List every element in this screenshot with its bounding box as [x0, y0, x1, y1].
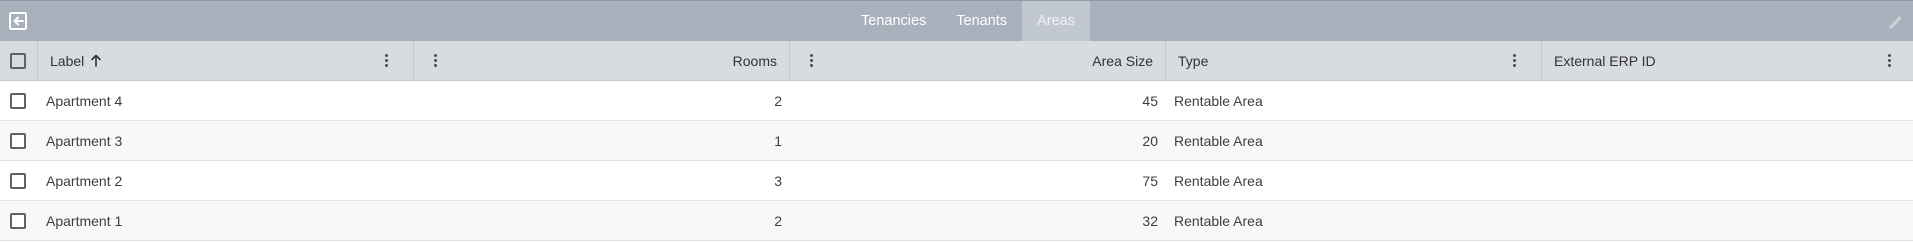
column-menu-rooms[interactable]: [430, 41, 440, 80]
column-header-type[interactable]: Type: [1178, 41, 1498, 80]
table-row[interactable]: Apartment 2 3 75 Rentable Area: [0, 161, 1913, 201]
tab-tenants[interactable]: Tenants: [941, 1, 1022, 41]
cell-external-erp-id: [1554, 121, 1894, 160]
table-row[interactable]: Apartment 1 2 32 Rentable Area: [0, 201, 1913, 241]
row-select-cell: [10, 81, 28, 120]
kebab-menu-icon: [1884, 51, 1894, 71]
cell-external-erp-id: [1554, 161, 1894, 200]
table-header: Label Rooms Area Size Type External ERP …: [0, 41, 1913, 81]
column-header-external-erp-id[interactable]: External ERP ID: [1554, 41, 1874, 80]
column-header-area-size[interactable]: Area Size: [830, 41, 1153, 80]
exit-button[interactable]: [7, 10, 29, 32]
column-title-type: Type: [1178, 52, 1209, 69]
edit-button[interactable]: [1885, 11, 1907, 33]
cell-area-size: 45: [1142, 92, 1158, 109]
row-select-cell: [10, 201, 28, 240]
row-checkbox[interactable]: [10, 92, 26, 109]
cell-type: Rentable Area: [1174, 172, 1263, 189]
cell-label: Apartment 3: [46, 132, 123, 149]
column-divider: [789, 41, 790, 80]
tab-areas[interactable]: Areas: [1022, 1, 1090, 41]
cell-area-size: 32: [1142, 212, 1158, 229]
table-row[interactable]: Apartment 3 1 20 Rentable Area: [0, 121, 1913, 161]
table-body: Apartment 4 2 45 Rentable Area Apartment…: [0, 81, 1913, 241]
column-divider: [37, 41, 38, 80]
kebab-menu-icon: [1509, 51, 1519, 71]
cell-type: Rentable Area: [1174, 92, 1263, 109]
column-title-area-size: Area Size: [1092, 52, 1153, 69]
column-header-rooms[interactable]: Rooms: [450, 41, 777, 80]
row-checkbox[interactable]: [10, 172, 26, 189]
cell-rooms: 2: [774, 92, 782, 109]
cell-area-size: 20: [1142, 132, 1158, 149]
cell-label: Apartment 2: [46, 172, 123, 189]
tab-tenancies[interactable]: Tenancies: [846, 1, 941, 41]
column-title-label: Label: [50, 52, 85, 69]
row-checkbox[interactable]: [10, 212, 26, 229]
column-title-external-erp-id: External ERP ID: [1554, 52, 1656, 69]
cell-external-erp-id: [1554, 81, 1894, 120]
cell-type: Rentable Area: [1174, 132, 1263, 149]
cell-area-size: 75: [1142, 172, 1158, 189]
kebab-menu-icon: [430, 51, 440, 71]
cell-rooms: 3: [774, 172, 782, 189]
column-divider: [413, 41, 414, 80]
row-checkbox[interactable]: [10, 132, 26, 149]
select-all-cell: [10, 41, 28, 80]
column-title-rooms: Rooms: [732, 52, 777, 69]
row-select-cell: [10, 121, 28, 160]
column-menu-external-erp-id[interactable]: [1884, 41, 1894, 80]
row-select-cell: [10, 161, 28, 200]
cell-type: Rentable Area: [1174, 212, 1263, 229]
column-menu-type[interactable]: [1509, 41, 1519, 80]
pencil-icon: [1889, 16, 1902, 29]
select-all-checkbox[interactable]: [10, 52, 26, 69]
cell-rooms: 2: [774, 212, 782, 229]
tab-bar: Tenancies Tenants Areas: [846, 1, 1090, 41]
cell-rooms: 1: [774, 132, 782, 149]
column-menu-label[interactable]: [381, 41, 391, 80]
column-header-label[interactable]: Label: [50, 41, 410, 80]
cell-label: Apartment 1: [46, 212, 123, 229]
kebab-menu-icon: [806, 51, 816, 71]
column-divider: [1541, 41, 1542, 80]
arrow-up-icon: [91, 54, 102, 67]
table-row[interactable]: Apartment 4 2 45 Rentable Area: [0, 81, 1913, 121]
column-menu-area-size[interactable]: [806, 41, 816, 80]
exit-icon: [9, 12, 27, 30]
top-toolbar: Tenancies Tenants Areas: [0, 0, 1913, 41]
cell-external-erp-id: [1554, 201, 1894, 240]
kebab-menu-icon: [381, 51, 391, 71]
column-divider: [1165, 41, 1166, 80]
cell-label: Apartment 4: [46, 92, 123, 109]
